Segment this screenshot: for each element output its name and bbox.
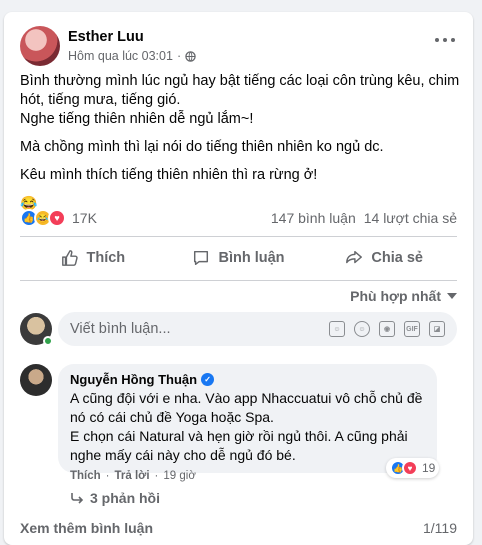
post-meta: Hôm qua lúc 03:01 · bbox=[68, 49, 196, 63]
see-more-comments-link[interactable]: Xem thêm bình luận bbox=[20, 520, 153, 536]
share-label: Chia sẻ bbox=[371, 250, 423, 266]
commenter-name[interactable]: Nguyễn Hồng Thuận ✓ bbox=[70, 372, 425, 387]
comment-count[interactable]: 147 bình luận bbox=[271, 210, 356, 226]
comment-reaction-count: 19 bbox=[422, 461, 436, 475]
post-header: Esther Luu Hôm qua lúc 03:01 · bbox=[20, 26, 196, 66]
comment-meta: Thích · Trả lời · 19 giờ bbox=[70, 470, 196, 482]
meta-separator: · bbox=[105, 470, 110, 482]
globe-icon bbox=[185, 50, 196, 62]
comment-reactions[interactable]: 👍 ♥ 19 bbox=[386, 458, 440, 478]
caret-down-icon bbox=[447, 293, 457, 299]
post-card: Esther Luu Hôm qua lúc 03:01 · Bình thườ… bbox=[4, 12, 473, 545]
post-paragraph: Bình thường mình lúc ngủ hay bật tiếng c… bbox=[20, 73, 460, 127]
thumbs-up-icon bbox=[61, 250, 78, 266]
author-name[interactable]: Esther Luu bbox=[68, 29, 196, 45]
replies-label: 3 phản hồi bbox=[90, 490, 160, 506]
divider bbox=[20, 280, 457, 281]
love-reaction-icon: ♥ bbox=[402, 460, 418, 476]
reaction-count[interactable]: 17K bbox=[72, 210, 97, 226]
like-button[interactable]: Thích bbox=[20, 241, 166, 275]
avatar-sticker-icon[interactable]: ☺ bbox=[329, 321, 345, 337]
post-paragraph: Mà chồng mình thì lại nói do tiếng thiên… bbox=[20, 139, 384, 155]
divider bbox=[20, 236, 457, 237]
meta-separator: · bbox=[154, 470, 159, 482]
comment-like-link[interactable]: Thích bbox=[70, 470, 101, 482]
comment-item: Nguyễn Hồng Thuận ✓ A cũng đội với e nha… bbox=[20, 364, 457, 473]
view-replies-link[interactable]: 3 phản hồi bbox=[70, 490, 160, 506]
comment-text: A cũng đội với e nha. Vào app Nhaccuatui… bbox=[70, 390, 423, 463]
reply-arrow-icon bbox=[71, 493, 84, 504]
post-paragraph: Kêu mình thích tiếng thiên nhiên thì ra … bbox=[20, 167, 318, 183]
love-reaction-icon: ♥ bbox=[48, 209, 66, 227]
comment-button[interactable]: Bình luận bbox=[166, 241, 312, 275]
emoji-icon[interactable]: ☺ bbox=[354, 321, 370, 337]
comment-composer: Viết bình luận... ☺ ☺ ◉ GIF ◪ bbox=[20, 312, 457, 346]
meta-separator: · bbox=[176, 49, 182, 63]
share-icon bbox=[346, 250, 363, 264]
comments-footer: Xem thêm bình luận 1/119 bbox=[20, 520, 457, 536]
commenter-avatar[interactable] bbox=[20, 364, 52, 396]
online-status-indicator bbox=[43, 336, 53, 346]
share-button[interactable]: Chia sẻ bbox=[311, 241, 457, 275]
post-actions: Thích Bình luận Chia sẻ bbox=[20, 241, 457, 275]
post-time[interactable]: Hôm qua lúc 03:01 bbox=[68, 49, 173, 63]
verified-badge-icon: ✓ bbox=[201, 373, 215, 386]
sticker-icon[interactable]: ◪ bbox=[429, 321, 445, 337]
comment-reply-link[interactable]: Trả lời bbox=[115, 470, 150, 482]
sort-label: Phù hợp nhất bbox=[350, 288, 441, 304]
post-stats: 👍 😂 ♥ 17K 147 bình luận 14 lượt chia sẻ bbox=[20, 208, 457, 228]
comment-placeholder: Viết bình luận... bbox=[70, 321, 171, 337]
gif-icon[interactable]: GIF bbox=[404, 321, 420, 337]
comment-icon bbox=[194, 250, 209, 266]
comment-label: Bình luận bbox=[218, 250, 285, 266]
comment-age[interactable]: 19 giờ bbox=[163, 470, 195, 482]
author-avatar[interactable] bbox=[20, 26, 60, 66]
current-user-avatar[interactable] bbox=[20, 313, 53, 346]
share-count[interactable]: 14 lượt chia sẻ bbox=[364, 210, 457, 226]
comment-bubble: Nguyễn Hồng Thuận ✓ A cũng đội với e nha… bbox=[58, 364, 437, 473]
comment-input[interactable]: Viết bình luận... ☺ ☺ ◉ GIF ◪ bbox=[58, 312, 457, 346]
camera-icon[interactable]: ◉ bbox=[379, 321, 395, 337]
more-options-icon[interactable] bbox=[435, 36, 455, 44]
comment-pagination: 1/119 bbox=[423, 520, 457, 536]
composer-tools: ☺ ☺ ◉ GIF ◪ bbox=[329, 321, 445, 337]
comment-sort-dropdown[interactable]: Phù hợp nhất bbox=[350, 288, 457, 304]
like-label: Thích bbox=[86, 250, 126, 266]
reaction-icons[interactable]: 👍 😂 ♥ bbox=[20, 209, 66, 227]
post-body: Bình thường mình lúc ngủ hay bật tiếng c… bbox=[20, 72, 460, 222]
